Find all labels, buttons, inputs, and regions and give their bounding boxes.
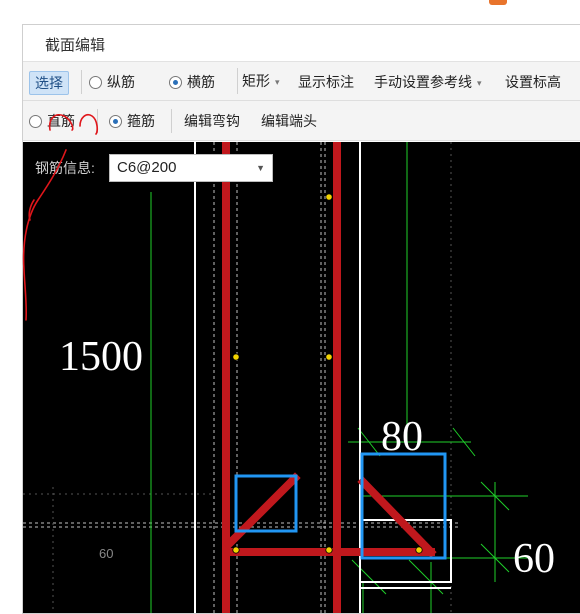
shape-dropdown-label: 矩形 [242, 73, 270, 89]
radio-label: 横筋 [187, 74, 215, 90]
rebar-info-select[interactable]: C6@200 ▼ [109, 154, 273, 182]
app-icon-fragment [489, 0, 507, 5]
radio-selected-icon [109, 115, 122, 128]
window-title: 截面编辑 [45, 37, 106, 54]
shape-dropdown[interactable]: 矩形 ▾ [237, 68, 284, 94]
section-editor-window: 截面编辑 选择 纵筋 横筋 矩形 ▾ 显示标注 手动设置参考线 ▾ 设置标高 直筋 … [22, 24, 580, 614]
radio-transverse-rebar[interactable]: 横筋 [169, 72, 215, 92]
radio-straight-rebar[interactable]: 直筋 [29, 111, 75, 131]
set-elevation-button[interactable]: 设置标高 [505, 72, 561, 92]
selection-box [360, 452, 447, 560]
rebar-info-label: 钢筋信息: [35, 160, 95, 176]
rebar-point [232, 546, 240, 554]
rebar-point [325, 193, 333, 201]
toolbar-separator [81, 70, 82, 94]
dimension-1500: 1500 [59, 334, 143, 380]
rebar-hook [357, 476, 437, 558]
edit-end-button[interactable]: 编辑端头 [261, 111, 317, 131]
dimension-60: 60 [513, 536, 555, 582]
manual-reference-label: 手动设置参考线 [374, 74, 472, 90]
radio-circle-icon [29, 115, 42, 128]
dimension-60-small: 60 [99, 546, 113, 561]
show-label-button[interactable]: 显示标注 [298, 72, 354, 92]
radio-longitudinal-rebar[interactable]: 纵筋 [89, 72, 135, 92]
section-drawing: 1500 80 60 60 [23, 142, 555, 613]
radio-stirrup-rebar[interactable]: 箍筋 [109, 111, 155, 131]
toolbar-secondary: 直筋 箍筋 编辑弯钩 编辑端头 [23, 101, 580, 141]
radio-label: 箍筋 [127, 113, 155, 129]
select-button[interactable]: 选择 [29, 71, 69, 95]
chevron-down-icon: ▼ [256, 163, 265, 173]
radio-circle-icon [89, 76, 102, 89]
rebar-info-value: C6@200 [117, 159, 177, 176]
rebar-point [325, 353, 333, 361]
rebar-points [232, 193, 423, 554]
rebar-point [232, 353, 240, 361]
toolbar-separator [97, 109, 98, 133]
chevron-down-icon: ▾ [275, 77, 280, 87]
rebar-point [415, 546, 423, 554]
rebar [222, 142, 437, 613]
chevron-down-icon: ▾ [477, 78, 482, 88]
toolbar-main: 选择 纵筋 横筋 矩形 ▾ 显示标注 手动设置参考线 ▾ 设置标高 [23, 61, 580, 101]
manual-reference-line-dropdown[interactable]: 手动设置参考线 ▾ [374, 72, 482, 93]
dimension-80: 80 [381, 414, 423, 460]
toolbar-separator [171, 109, 172, 133]
radio-label: 直筋 [47, 113, 75, 129]
radio-label: 纵筋 [107, 74, 135, 90]
edit-hook-button[interactable]: 编辑弯钩 [184, 111, 240, 131]
rebar-hook [223, 472, 301, 550]
radio-selected-icon [169, 76, 182, 89]
drawing-canvas[interactable]: 1500 80 60 60 钢筋信息: C6@200 ▼ [23, 142, 580, 613]
rebar-point [325, 546, 333, 554]
left-margin [0, 0, 22, 614]
